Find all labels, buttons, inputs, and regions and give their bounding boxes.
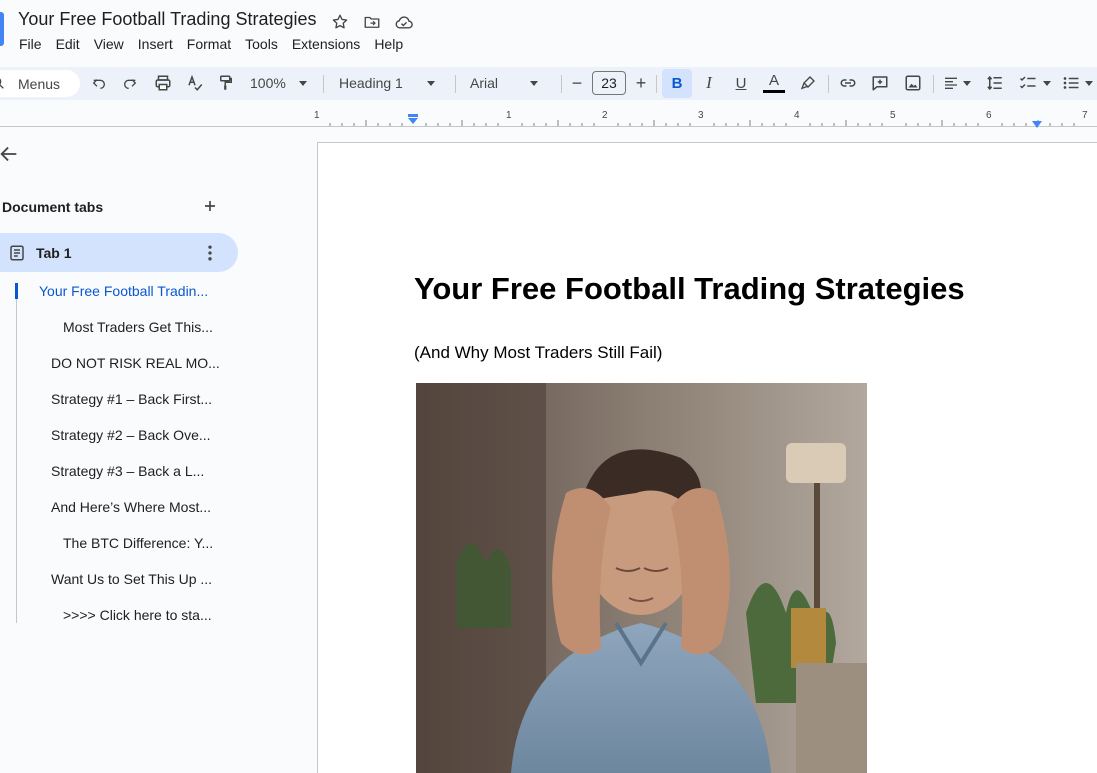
title-bar: Your Free Football Trading Strategies Fi… <box>0 0 1097 60</box>
font-select[interactable]: Arial <box>470 68 550 98</box>
text-color-button[interactable]: A <box>762 68 786 98</box>
outline-item[interactable]: And Here’s Where Most... <box>51 499 211 515</box>
menu-help[interactable]: Help <box>367 35 410 53</box>
document-icon <box>8 244 26 262</box>
toolbar-divider <box>828 75 829 93</box>
back-arrow-icon[interactable] <box>0 143 22 167</box>
increase-font-size-icon[interactable]: + <box>632 68 650 98</box>
paragraph-style-select[interactable]: Heading 1 <box>339 68 443 98</box>
move-folder-icon[interactable] <box>361 11 383 33</box>
toolbar-divider <box>323 75 324 93</box>
menu-edit[interactable]: Edit <box>49 35 87 53</box>
tab-1-label[interactable]: Tab 1 <box>36 245 72 261</box>
underline-button[interactable]: U <box>730 68 752 98</box>
chevron-down-icon <box>963 80 971 86</box>
outline-item[interactable]: Strategy #3 – Back a L... <box>51 463 204 479</box>
font-value: Arial <box>470 75 499 91</box>
menu-file[interactable]: File <box>12 35 49 53</box>
insert-link-icon[interactable] <box>836 68 860 98</box>
ruler-label: 1 <box>506 110 512 121</box>
chevron-down-icon <box>530 80 539 86</box>
chevron-down-icon <box>298 80 307 86</box>
menu-tools[interactable]: Tools <box>238 35 285 53</box>
search-icon <box>0 75 6 94</box>
outline-item[interactable]: Want Us to Set This Up ... <box>51 571 212 587</box>
more-options-icon[interactable] <box>200 243 220 263</box>
outline-item[interactable]: >>>> Click here to sta... <box>63 607 212 623</box>
chevron-down-icon <box>1043 80 1051 86</box>
bulleted-list-select[interactable] <box>1062 68 1097 98</box>
line-spacing-icon[interactable] <box>984 68 1006 98</box>
checklist-select[interactable] <box>1016 68 1054 98</box>
ruler-label: 6 <box>986 110 992 121</box>
document-title[interactable]: Your Free Football Trading Strategies <box>18 9 317 30</box>
document-tabs-header: Document tabs <box>2 199 104 215</box>
toolbar-divider <box>656 75 657 93</box>
star-icon[interactable] <box>329 11 351 33</box>
ruler-label: 2 <box>602 110 608 121</box>
print-icon[interactable] <box>152 68 174 98</box>
bulleted-list-icon <box>1063 77 1079 89</box>
redo-icon[interactable] <box>119 68 141 98</box>
search-menus-input[interactable]: Menus <box>0 70 80 97</box>
search-menus-label: Menus <box>18 76 61 92</box>
outline-item[interactable]: Most Traders Get This... <box>63 319 213 335</box>
italic-button[interactable]: I <box>698 68 720 98</box>
outline-item[interactable]: Strategy #2 – Back Ove... <box>51 427 211 443</box>
outline-item[interactable]: DO NOT RISK REAL MO... <box>51 355 220 371</box>
menu-extensions[interactable]: Extensions <box>285 35 367 53</box>
document-heading[interactable]: Your Free Football Trading Strategies <box>414 271 965 307</box>
outline-item[interactable]: Strategy #1 – Back First... <box>51 391 212 407</box>
bold-button[interactable]: B <box>662 69 692 98</box>
menu-insert[interactable]: Insert <box>131 35 180 53</box>
toolbar-divider <box>933 75 934 93</box>
highlight-pen-icon[interactable] <box>796 68 820 98</box>
docs-logo-icon[interactable] <box>0 12 4 46</box>
right-indent-marker-icon[interactable] <box>1031 116 1043 134</box>
left-indent-marker-icon[interactable] <box>407 113 419 131</box>
checklist-icon <box>1019 76 1036 89</box>
stressed-man-photo[interactable] <box>416 383 867 773</box>
document-subtitle[interactable]: (And Why Most Traders Still Fail) <box>414 343 662 363</box>
paragraph-style-value: Heading 1 <box>339 75 403 91</box>
text-color-label: A <box>768 72 779 89</box>
ruler-label: 3 <box>698 110 704 121</box>
decrease-font-size-icon[interactable]: − <box>568 68 586 98</box>
ruler-label: 4 <box>794 110 800 121</box>
text-color-swatch <box>763 90 785 93</box>
outline-item[interactable]: The BTC Difference: Y... <box>63 535 213 551</box>
outline-guide-line <box>16 283 17 623</box>
undo-icon[interactable] <box>88 68 110 98</box>
outline-active-indicator <box>15 283 18 299</box>
align-left-icon <box>945 77 957 89</box>
insert-image-icon[interactable] <box>901 68 925 98</box>
cloud-saved-icon[interactable] <box>393 11 415 33</box>
zoom-select[interactable]: 100% <box>250 68 314 98</box>
ruler-ticks <box>329 120 1075 126</box>
ruler-label: 7 <box>1082 110 1088 121</box>
add-comment-icon[interactable] <box>868 68 892 98</box>
toolbar-divider <box>561 75 562 93</box>
add-tab-icon[interactable] <box>200 196 220 216</box>
menu-format[interactable]: Format <box>180 35 238 53</box>
ruler-label: 1 <box>314 110 320 121</box>
chevron-down-icon <box>1085 80 1093 86</box>
menu-view[interactable]: View <box>87 35 131 53</box>
outline-item[interactable]: Your Free Football Tradin... <box>39 283 208 299</box>
ruler[interactable] <box>0 106 1097 127</box>
zoom-value: 100% <box>250 75 286 91</box>
paint-format-icon[interactable] <box>215 68 237 98</box>
menu-bar: File Edit View Insert Format Tools Exten… <box>12 35 410 53</box>
font-size-input[interactable]: 23 <box>592 71 626 95</box>
align-select[interactable] <box>940 68 974 98</box>
toolbar-divider <box>455 75 456 93</box>
ruler-label: 5 <box>890 110 896 121</box>
chevron-down-icon <box>426 80 435 86</box>
spellcheck-icon[interactable] <box>184 68 206 98</box>
